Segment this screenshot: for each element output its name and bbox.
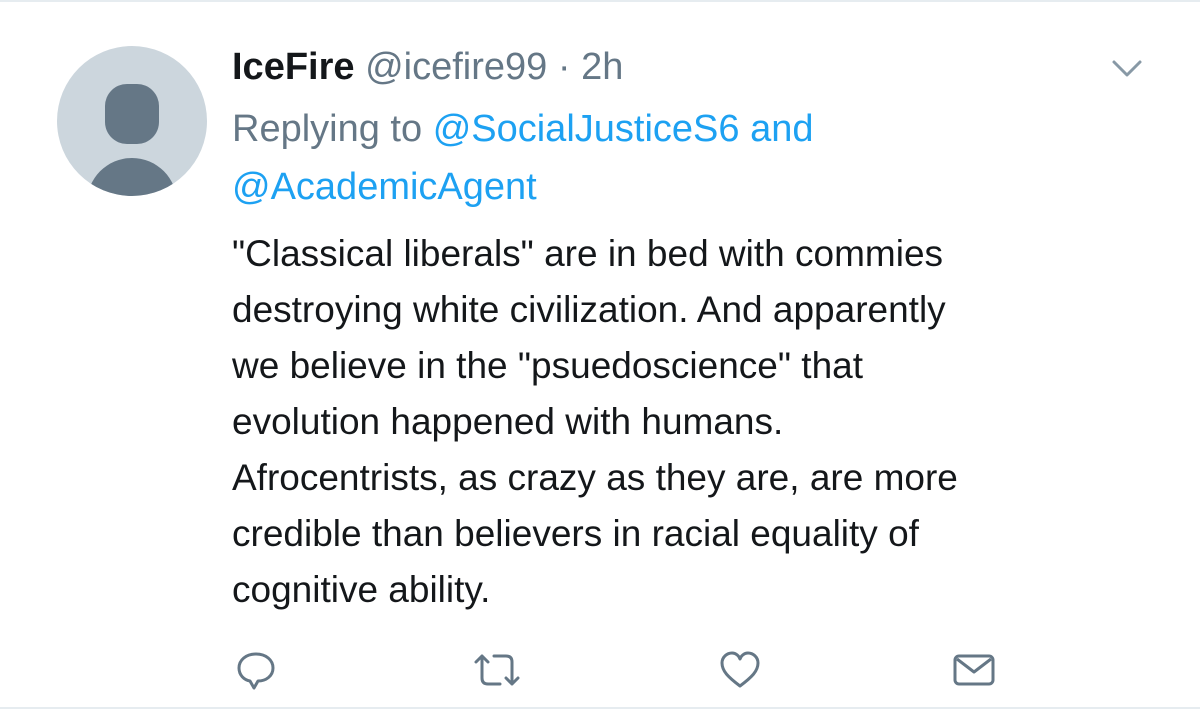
mention-link-academicagent[interactable]: @AcademicAgent (232, 166, 537, 208)
reply-icon[interactable] (236, 648, 276, 692)
avatar-shoulders (87, 158, 177, 196)
replying-conjunction[interactable]: and (750, 108, 813, 150)
chevron-down-icon[interactable] (1110, 56, 1144, 82)
top-divider (0, 0, 1200, 2)
user-handle[interactable]: @icefire99 (365, 46, 547, 88)
tweet-text: "Classical liberals" are in bed with com… (232, 233, 958, 610)
timestamp[interactable]: 2h (581, 46, 623, 88)
heart-icon[interactable] (718, 648, 762, 692)
replying-prefix: Replying to (232, 108, 423, 150)
avatar[interactable] (57, 46, 207, 196)
replying-to: Replying to @SocialJusticeS6 and @Academ… (232, 100, 1152, 216)
envelope-icon[interactable] (952, 648, 996, 692)
separator-dot: · (557, 46, 571, 88)
tweet-header: IceFire @icefire99 · 2h (232, 43, 623, 91)
avatar-head (105, 84, 159, 144)
bottom-divider (0, 707, 1200, 709)
retweet-icon[interactable] (470, 648, 524, 692)
mention-link-socialjustices6[interactable]: @SocialJusticeS6 (433, 108, 740, 150)
tweet-actions (0, 648, 1200, 692)
display-name[interactable]: IceFire (232, 46, 355, 88)
